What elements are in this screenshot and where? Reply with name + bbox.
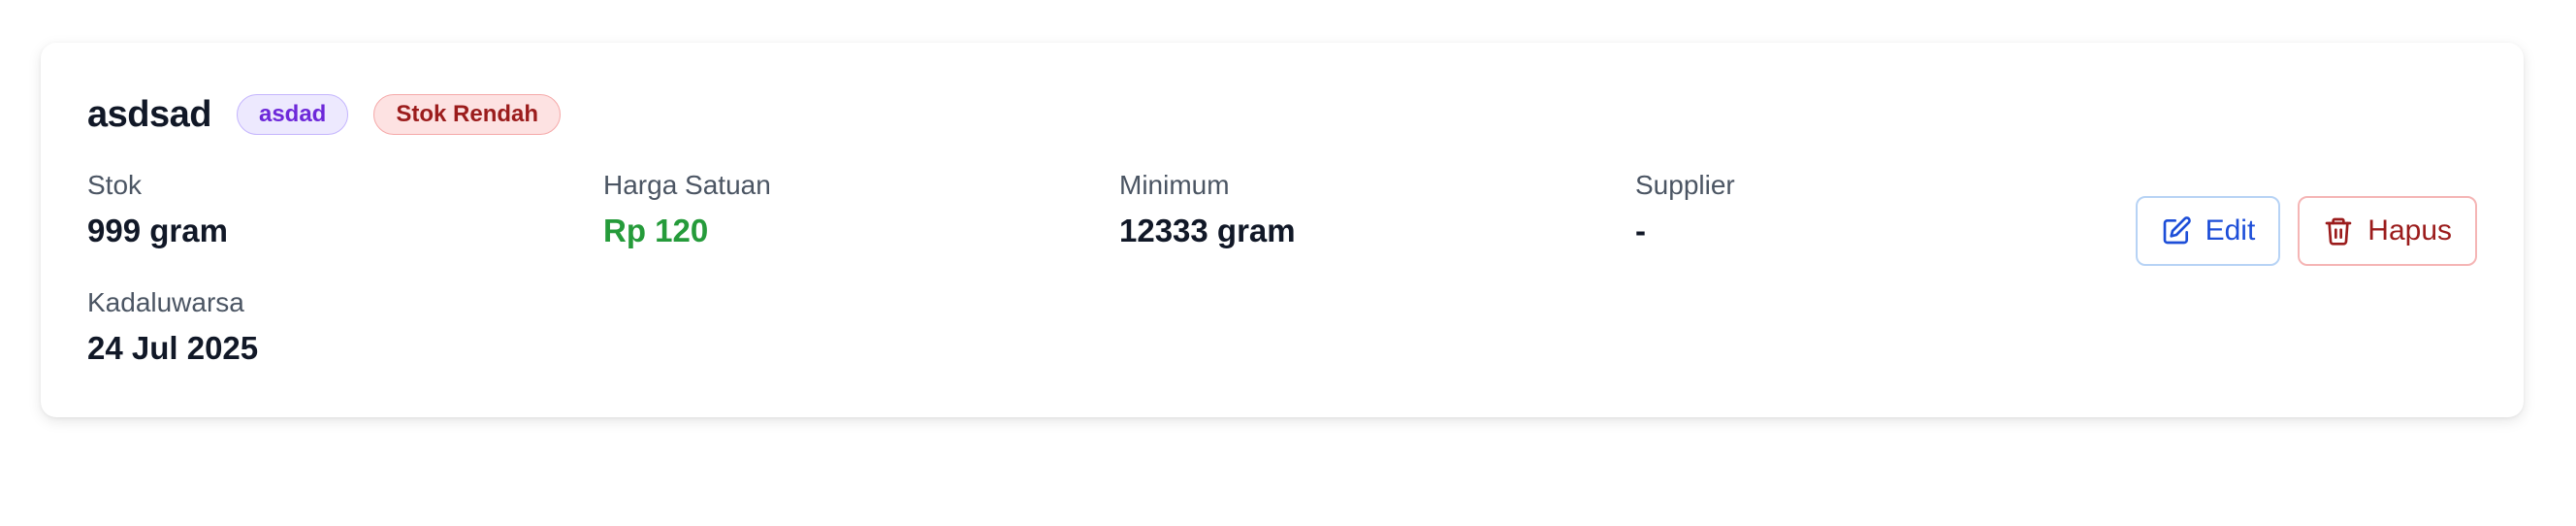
minimum-field: Minimum 12333 gram: [1119, 169, 1296, 250]
delete-button[interactable]: Hapus: [2298, 196, 2477, 266]
minimum-label: Minimum: [1119, 170, 1230, 200]
pencil-square-icon: [2161, 215, 2206, 247]
edit-button[interactable]: Edit: [2135, 196, 2281, 266]
unit-price-field: Harga Satuan Rp 120: [603, 169, 771, 250]
expiry-value: 24 Jul 2025: [87, 330, 259, 366]
stock-field: Stok 999 gram: [87, 169, 228, 250]
supplier-label: Supplier: [1635, 170, 1735, 200]
trash-icon: [2323, 215, 2367, 247]
category-badge: asdad: [236, 94, 349, 135]
item-actions: Edit Hapus: [2135, 196, 2477, 266]
inventory-item-card: asdsad asdad Stok Rendah Stok 999 gram H…: [41, 43, 2524, 417]
stock-label: Stok: [87, 170, 143, 200]
stock-value: 999 gram: [87, 213, 228, 248]
unit-price-value: Rp 120: [603, 213, 709, 248]
unit-price-label: Harga Satuan: [603, 170, 771, 200]
edit-button-label: Edit: [2205, 214, 2256, 247]
supplier-field: Supplier -: [1635, 169, 1735, 250]
item-name: asdsad: [87, 93, 211, 135]
minimum-value: 12333 gram: [1119, 213, 1296, 248]
delete-button-label: Hapus: [2367, 214, 2452, 247]
expiry-label: Kadaluwarsa: [87, 287, 244, 317]
item-header: asdsad asdad Stok Rendah: [87, 93, 562, 136]
supplier-value: -: [1635, 213, 1646, 248]
low-stock-badge: Stok Rendah: [373, 94, 562, 135]
expiry-field: Kadaluwarsa 24 Jul 2025: [87, 286, 258, 368]
